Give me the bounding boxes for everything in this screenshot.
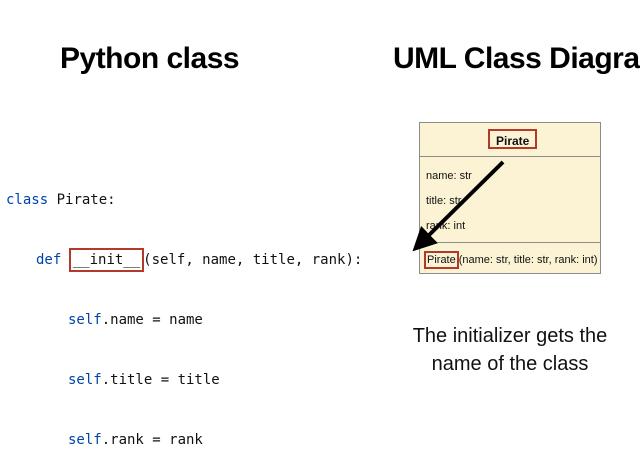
python-class-heading: Python class — [60, 42, 240, 75]
self-keyword: self — [68, 312, 102, 328]
title-assignment: .title = title — [101, 372, 220, 388]
caption: The initializer gets the name of the cla… — [400, 322, 620, 378]
uml-constructor: Pirate (name: str, title: str, rank: int) — [424, 251, 598, 269]
caption-line-2: name of the class — [431, 353, 589, 375]
uml-name-section: Pirate — [420, 123, 600, 157]
uml-methods-section: Pirate (name: str, title: str, rank: int) — [420, 243, 600, 273]
class-declaration: Pirate: — [48, 192, 116, 208]
init-params: (self, name, title, rank): — [143, 252, 363, 268]
uml-diagram-heading: UML Class Diagram — [393, 42, 640, 75]
def-keyword: def — [36, 252, 62, 268]
class-keyword: class — [6, 192, 49, 208]
code-line-rank: self.rank = rank — [6, 430, 362, 450]
init-highlight: __init__ — [68, 248, 145, 272]
uml-attribute-rank: rank: int — [426, 220, 466, 232]
code-line-class: class Pirate: — [6, 190, 362, 210]
uml-class-name: Pirate — [488, 129, 538, 149]
code-line-title: self.title = title — [6, 370, 362, 390]
python-code-block: class Pirate: def __init__ (self, name, t… — [6, 150, 362, 470]
code-line-def: def __init__ (self, name, title, rank): — [6, 248, 363, 272]
caption-line-1: The initializer gets the — [412, 325, 608, 347]
self-keyword: self — [68, 432, 102, 448]
code-line-name: self.name = name — [6, 310, 362, 330]
uml-attribute-name: name: str — [426, 170, 472, 182]
uml-class-box: Pirate name: str title: str rank: int Pi… — [419, 122, 601, 274]
rank-assignment: .rank = rank — [101, 432, 203, 448]
constructor-name-highlight: Pirate — [424, 251, 459, 269]
self-keyword: self — [68, 372, 102, 388]
name-assignment: .name = name — [101, 312, 203, 328]
uml-attributes-section: name: str title: str rank: int — [420, 157, 600, 243]
constructor-params: (name: str, title: str, rank: int) — [458, 254, 598, 266]
uml-attribute-title: title: str — [426, 195, 462, 207]
